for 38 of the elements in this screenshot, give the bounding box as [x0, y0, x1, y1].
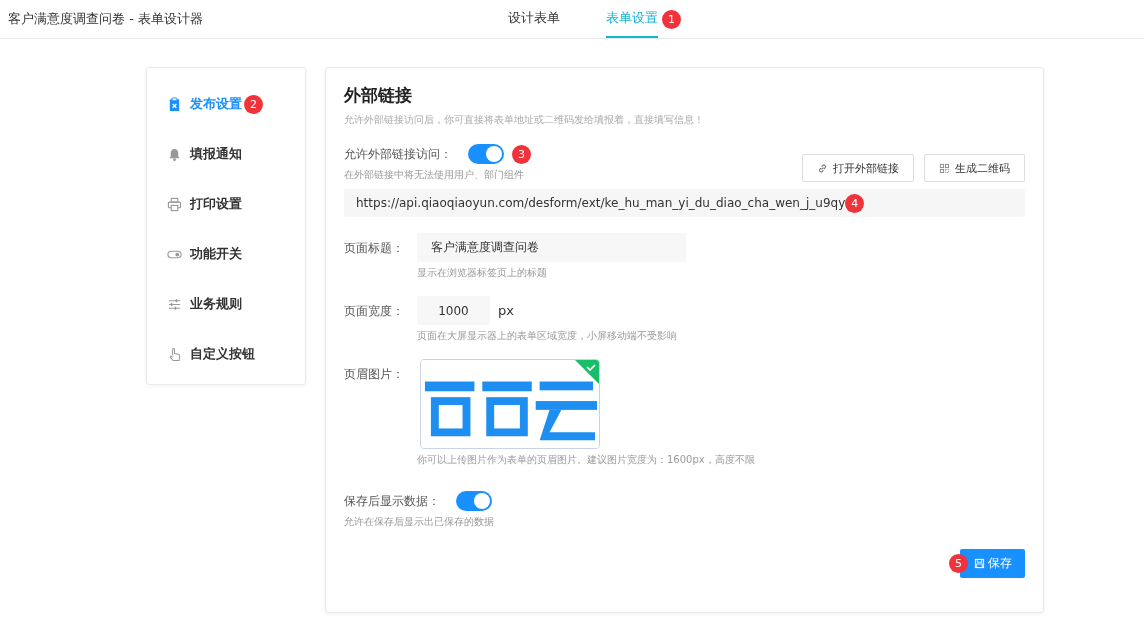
section-description: 允许外部链接访问后，你可直接将表单地址或二维码发给填报着，直接填写信息！	[344, 113, 705, 127]
number-badge: 3	[512, 144, 531, 164]
sidebar-item[interactable]: 打印设置	[167, 195, 242, 213]
toggle-label: 允许外部链接访问：	[344, 145, 452, 163]
toggle-switch[interactable]	[468, 144, 504, 164]
sidebar-item[interactable]: 填报通知	[167, 145, 242, 163]
app-title: 客户满意度调查问卷 - 表单设计器	[8, 10, 203, 28]
printer-icon	[167, 196, 182, 212]
field-label: 页眉图片：	[344, 366, 405, 383]
hint-text: 页面在大屏显示器上的表单区域宽度，小屏移动端不受影响	[417, 329, 677, 343]
bell-icon	[167, 146, 182, 162]
sidebar-item[interactable]: 自定义按钮	[167, 345, 255, 363]
clipboard-icon	[167, 96, 182, 112]
width-field[interactable]: 1000	[417, 296, 490, 325]
title-field[interactable]: 客户满意度调查问卷	[417, 233, 686, 262]
open-link-button[interactable]: 打开外部链接	[802, 154, 914, 182]
hint-text: 显示在浏览器标签页上的标题	[417, 266, 548, 280]
section-title: 外部链接	[344, 84, 413, 107]
link-icon	[817, 162, 828, 174]
number-badge: 1	[662, 9, 681, 29]
hint-text: 你可以上传图片作为表单的页眉图片。建议图片宽度为：1600px，高度不限	[417, 453, 755, 467]
unit-label: px	[498, 303, 514, 318]
toggle-label: 保存后显示数据：	[344, 492, 440, 510]
number-badge: 2	[244, 94, 263, 114]
hint-text: 在外部链接中将无法使用用户、部门组件	[344, 168, 525, 182]
field-label: 页面宽度：	[344, 303, 405, 320]
field-label: 页面标题：	[344, 240, 405, 257]
hint-text: 允许在保存后显示出已保存的数据	[344, 515, 495, 529]
sidebar-item[interactable]: 业务规则	[167, 295, 242, 313]
tab[interactable]: 设计表单	[508, 0, 560, 38]
url-field[interactable]: https://api.qiaoqiaoyun.com/desform/ext/ke_hu_man_yi_du_diao_cha_wen_j_u9qy 4	[344, 189, 1025, 217]
sidebar-item[interactable]: 功能开关	[167, 245, 242, 263]
sliders-icon	[167, 296, 182, 312]
qr-code-button[interactable]: 生成二维码	[924, 154, 1025, 182]
save-icon	[973, 558, 985, 569]
toggle-switch[interactable]	[456, 491, 492, 511]
qr-code-icon	[939, 162, 950, 174]
number-badge: 4	[845, 193, 865, 213]
